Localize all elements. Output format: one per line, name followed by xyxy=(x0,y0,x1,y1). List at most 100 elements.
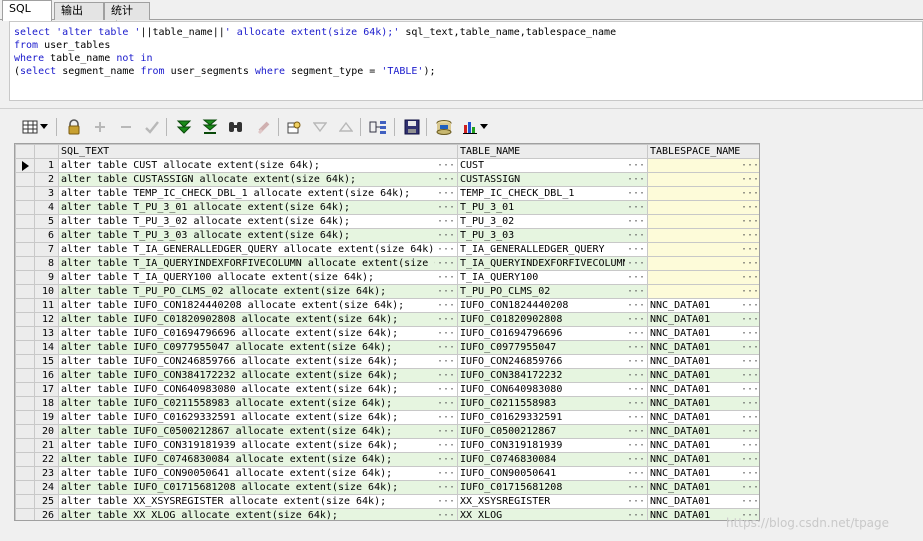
post-changes-icon[interactable] xyxy=(142,117,162,137)
row-marker[interactable] xyxy=(15,270,35,285)
delete-record-icon[interactable] xyxy=(116,117,136,137)
cell-editor-button[interactable]: ··· xyxy=(739,314,759,326)
table-row[interactable]: 20 alter table IUFO_C0500212867 allocate … xyxy=(15,424,759,439)
cell-tablespace-name[interactable]: NNC_DATA01 ··· xyxy=(647,452,759,467)
cell-sql-text[interactable]: alter table IUFO_CON640983080 allocate e… xyxy=(58,382,458,397)
table-row[interactable]: 13 alter table IUFO_C01694796696 allocate… xyxy=(15,326,759,341)
cell-sql-text[interactable]: alter table TEMP_IC_CHECK_DBL_1 allocate… xyxy=(58,186,458,201)
column-header-sql-text[interactable]: SQL_TEXT xyxy=(58,144,458,159)
row-marker[interactable] xyxy=(15,158,35,173)
tab-output[interactable]: 输出 xyxy=(54,2,104,20)
row-marker[interactable] xyxy=(15,200,35,215)
cell-editor-button[interactable]: ··· xyxy=(625,328,645,340)
row-marker[interactable] xyxy=(15,298,35,313)
cell-table-name[interactable]: IUFO_C0211558983 ··· xyxy=(457,396,648,411)
table-row[interactable]: 1 alter table CUST allocate extent(size 6… xyxy=(15,158,759,173)
cell-editor-button[interactable]: ··· xyxy=(739,160,759,172)
chart-icon[interactable] xyxy=(460,117,480,137)
row-number[interactable]: 24 xyxy=(34,480,59,495)
cell-editor-button[interactable]: ··· xyxy=(435,244,455,256)
table-row[interactable]: 3 alter table TEMP_IC_CHECK_DBL_1 allocat… xyxy=(15,186,759,201)
cell-tablespace-name[interactable]: NNC_DATA01 ··· xyxy=(647,298,759,313)
row-marker[interactable] xyxy=(15,312,35,327)
cell-editor-button[interactable]: ··· xyxy=(435,440,455,452)
cell-editor-button[interactable]: ··· xyxy=(435,510,455,520)
row-number[interactable]: 7 xyxy=(34,242,59,257)
row-marker[interactable] xyxy=(15,242,35,257)
cell-sql-text[interactable]: alter table IUFO_C0500212867 allocate ex… xyxy=(58,424,458,439)
cell-sql-text[interactable]: alter table IUFO_CON1824440208 allocate … xyxy=(58,298,458,313)
cell-tablespace-name[interactable]: NNC_DATA01 ··· xyxy=(647,354,759,369)
cell-editor-button[interactable]: ··· xyxy=(739,426,759,438)
cell-sql-text[interactable]: alter table XX_XLOG allocate extent(size… xyxy=(58,508,458,520)
cell-sql-text[interactable]: alter table IUFO_C01629332591 allocate e… xyxy=(58,410,458,425)
cell-table-name[interactable]: T_PU_PO_CLMS_02 ··· xyxy=(457,284,648,299)
row-number[interactable]: 11 xyxy=(34,298,59,313)
cell-table-name[interactable]: T_IA_GENERALLEDGER_QUERY ··· xyxy=(457,242,648,257)
cell-editor-button[interactable]: ··· xyxy=(625,468,645,480)
cell-editor-button[interactable]: ··· xyxy=(435,356,455,368)
cell-table-name[interactable]: IUFO_C0977955047 ··· xyxy=(457,340,648,355)
cell-editor-button[interactable]: ··· xyxy=(739,398,759,410)
cell-editor-button[interactable]: ··· xyxy=(435,314,455,326)
cell-sql-text[interactable]: alter table XX_XSYSREGISTER allocate ext… xyxy=(58,494,458,509)
cell-editor-button[interactable]: ··· xyxy=(739,356,759,368)
row-number[interactable]: 1 xyxy=(34,158,59,173)
row-marker[interactable] xyxy=(15,326,35,341)
row-number[interactable]: 2 xyxy=(34,172,59,187)
row-number[interactable]: 6 xyxy=(34,228,59,243)
row-marker[interactable] xyxy=(15,494,35,509)
row-number[interactable]: 17 xyxy=(34,382,59,397)
cell-editor-button[interactable]: ··· xyxy=(625,342,645,354)
export-icon[interactable] xyxy=(434,117,454,137)
row-marker[interactable] xyxy=(15,214,35,229)
cell-table-name[interactable]: IUFO_C0746830084 ··· xyxy=(457,452,648,467)
table-row[interactable]: 24 alter table IUFO_C01715681208 allocate… xyxy=(15,480,759,495)
row-marker[interactable] xyxy=(15,424,35,439)
row-marker[interactable] xyxy=(15,340,35,355)
cell-tablespace-name[interactable]: ··· xyxy=(647,158,759,173)
cell-editor-button[interactable]: ··· xyxy=(625,482,645,494)
cell-editor-button[interactable]: ··· xyxy=(625,300,645,312)
cell-sql-text[interactable]: alter table CUST allocate extent(size 64… xyxy=(58,158,458,173)
row-marker[interactable] xyxy=(15,480,35,495)
table-row[interactable]: 4 alter table T_PU_3_01 allocate extent(s… xyxy=(15,200,759,215)
row-number[interactable]: 13 xyxy=(34,326,59,341)
cell-editor-button[interactable]: ··· xyxy=(435,230,455,242)
cell-editor-button[interactable]: ··· xyxy=(625,160,645,172)
save-icon[interactable] xyxy=(402,117,422,137)
cell-editor-button[interactable]: ··· xyxy=(739,454,759,466)
cell-tablespace-name[interactable]: NNC_DATA01 ··· xyxy=(647,466,759,481)
cell-sql-text[interactable]: alter table T_IA_QUERYINDEXFORFIVECOLUMN… xyxy=(58,256,458,271)
row-marker[interactable] xyxy=(15,452,35,467)
cell-editor-button[interactable]: ··· xyxy=(435,272,455,284)
cell-editor-button[interactable]: ··· xyxy=(625,188,645,200)
cell-table-name[interactable]: T_PU_3_02 ··· xyxy=(457,214,648,229)
cell-table-name[interactable]: IUFO_C01694796696 ··· xyxy=(457,326,648,341)
cell-table-name[interactable]: TEMP_IC_CHECK_DBL_1 ··· xyxy=(457,186,648,201)
cell-table-name[interactable]: IUFO_C01629332591 ··· xyxy=(457,410,648,425)
cell-editor-button[interactable]: ··· xyxy=(625,426,645,438)
cell-editor-button[interactable]: ··· xyxy=(435,216,455,228)
clear-icon[interactable] xyxy=(254,117,274,137)
row-number[interactable]: 3 xyxy=(34,186,59,201)
add-record-icon[interactable] xyxy=(90,117,110,137)
row-marker[interactable] xyxy=(15,256,35,271)
dropdown-arrow-icon[interactable] xyxy=(478,117,490,137)
cell-sql-text[interactable]: alter table T_PU_PO_CLMS_02 allocate ext… xyxy=(58,284,458,299)
cell-table-name[interactable]: IUFO_CON384172232 ··· xyxy=(457,368,648,383)
row-number[interactable]: 12 xyxy=(34,312,59,327)
cell-sql-text[interactable]: alter table IUFO_C0977955047 allocate ex… xyxy=(58,340,458,355)
cell-table-name[interactable]: IUFO_C0500212867 ··· xyxy=(457,424,648,439)
row-marker[interactable] xyxy=(15,466,35,481)
find-icon[interactable] xyxy=(226,117,246,137)
cell-editor-button[interactable]: ··· xyxy=(739,286,759,298)
result-grid[interactable]: SQL_TEXT TABLE_NAME TABLESPACE_NAME 1 alt… xyxy=(14,143,760,521)
row-marker[interactable] xyxy=(15,228,35,243)
dropdown-arrow-icon[interactable] xyxy=(38,117,50,137)
row-number[interactable]: 8 xyxy=(34,256,59,271)
table-row[interactable]: 5 alter table T_PU_3_02 allocate extent(s… xyxy=(15,214,759,229)
tab-statistics[interactable]: 统计表 xyxy=(104,2,150,33)
cell-editor-button[interactable]: ··· xyxy=(739,216,759,228)
cell-table-name[interactable]: XX_XSYSREGISTER ··· xyxy=(457,494,648,509)
